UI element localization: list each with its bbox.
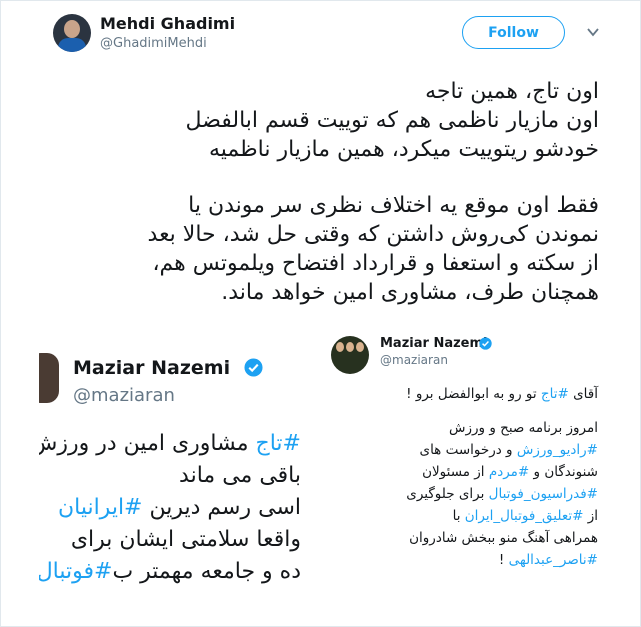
author-avatar[interactable] — [53, 14, 91, 52]
verified-badge-icon — [244, 358, 263, 377]
author-name[interactable]: Mehdi Ghadimi — [100, 14, 235, 33]
embedded-handle: @maziaran — [73, 385, 175, 406]
hashtag: #مردم — [488, 464, 530, 480]
hashtag: #تعلیق_فوتبال_ایران — [464, 508, 584, 524]
embedded-handle: @maziaran — [380, 353, 448, 367]
tweet-line: فقط اون موقع یه اختلاف نظری سر موندن یا — [188, 193, 599, 218]
text-span: واقعا سلامتی ایشان برای — [70, 527, 301, 552]
hashtag: #ناصر_عبدالهی — [508, 552, 598, 568]
text-span: ! — [498, 552, 509, 568]
hashtag: #فوتبال — [39, 559, 113, 584]
text-span: شنوندگان و — [529, 464, 598, 480]
text-span: از — [583, 508, 598, 524]
hashtag: #فدراسیون_فوتبال — [488, 486, 598, 502]
embedded-avatar — [331, 336, 369, 374]
author-handle[interactable]: @GhadimiMehdi — [100, 36, 207, 51]
tweet-line: از سکته و استعفا و قرارداد افتضاح ویلموت… — [152, 251, 599, 276]
text-span: باقی می ماند — [179, 463, 301, 488]
tweet-text: اون تاج، همین تاجه اون مازیار ناظمی هم ک… — [47, 77, 599, 307]
text-span: از مسئولان — [422, 464, 489, 480]
tweet-card: Mehdi Ghadimi @GhadimiMehdi Follow اون ت… — [0, 0, 641, 627]
tweet-line: اون تاج، همین تاجه — [425, 79, 599, 104]
embedded-name: Maziar Nazemi — [380, 336, 488, 351]
tweet-line: اون مازیار ناظمی هم که توییت قسم ابالفضل — [185, 108, 599, 133]
tweet-line: همچنان طرف، مشاوری امین خواهد ماند. — [221, 280, 599, 305]
embedded-screenshot-left[interactable]: Maziar Nazemi @maziaran #تاج مشاوری امین… — [39, 343, 301, 626]
tweet-line: نموندن کی‌روش داشتن که وقتی حل شد، حالا … — [147, 222, 599, 247]
hashtag: #ایرانیان — [57, 495, 143, 520]
hashtag: #تاج — [255, 431, 301, 456]
text-span: و درخواست های — [419, 442, 517, 458]
text-span: مشاوری امین در ورزش — [39, 431, 256, 456]
tweet-line: خودشو ریتوییت میکرد، همین مازیار ناظمیه — [208, 137, 599, 162]
embedded-text: آقای #تاج تو رو به ابوالفضل برو ! امروز … — [326, 383, 598, 571]
embedded-text: #تاج مشاوری امین در ورزش باقی می ماند اس… — [39, 428, 301, 588]
text-line: همراهی آهنگ منو ببخش شادروان — [409, 530, 598, 546]
text-span: ده و جامعه مهمتر ب — [112, 559, 301, 584]
text-span: با — [452, 508, 465, 524]
hashtag: #تاج — [540, 386, 569, 402]
text-span: تو رو به ابوالفضل برو ! — [406, 386, 541, 402]
embedded-avatar — [39, 353, 59, 403]
text-line: امروز برنامه صبح و ورزش — [449, 420, 598, 436]
text-span: آقای — [568, 386, 598, 402]
embedded-name: Maziar Nazemi — [73, 357, 231, 379]
text-span: اسی رسم دیرین — [142, 495, 301, 520]
follow-button[interactable]: Follow — [462, 16, 565, 49]
verified-badge-icon — [479, 337, 492, 350]
text-span: برای جلوگیری — [406, 486, 489, 502]
hashtag: #رادیو_ورزش — [516, 442, 598, 458]
embedded-screenshot-right[interactable]: Maziar Nazemi @maziaran آقای #تاج تو رو … — [326, 333, 601, 626]
chevron-down-icon[interactable] — [586, 25, 600, 39]
